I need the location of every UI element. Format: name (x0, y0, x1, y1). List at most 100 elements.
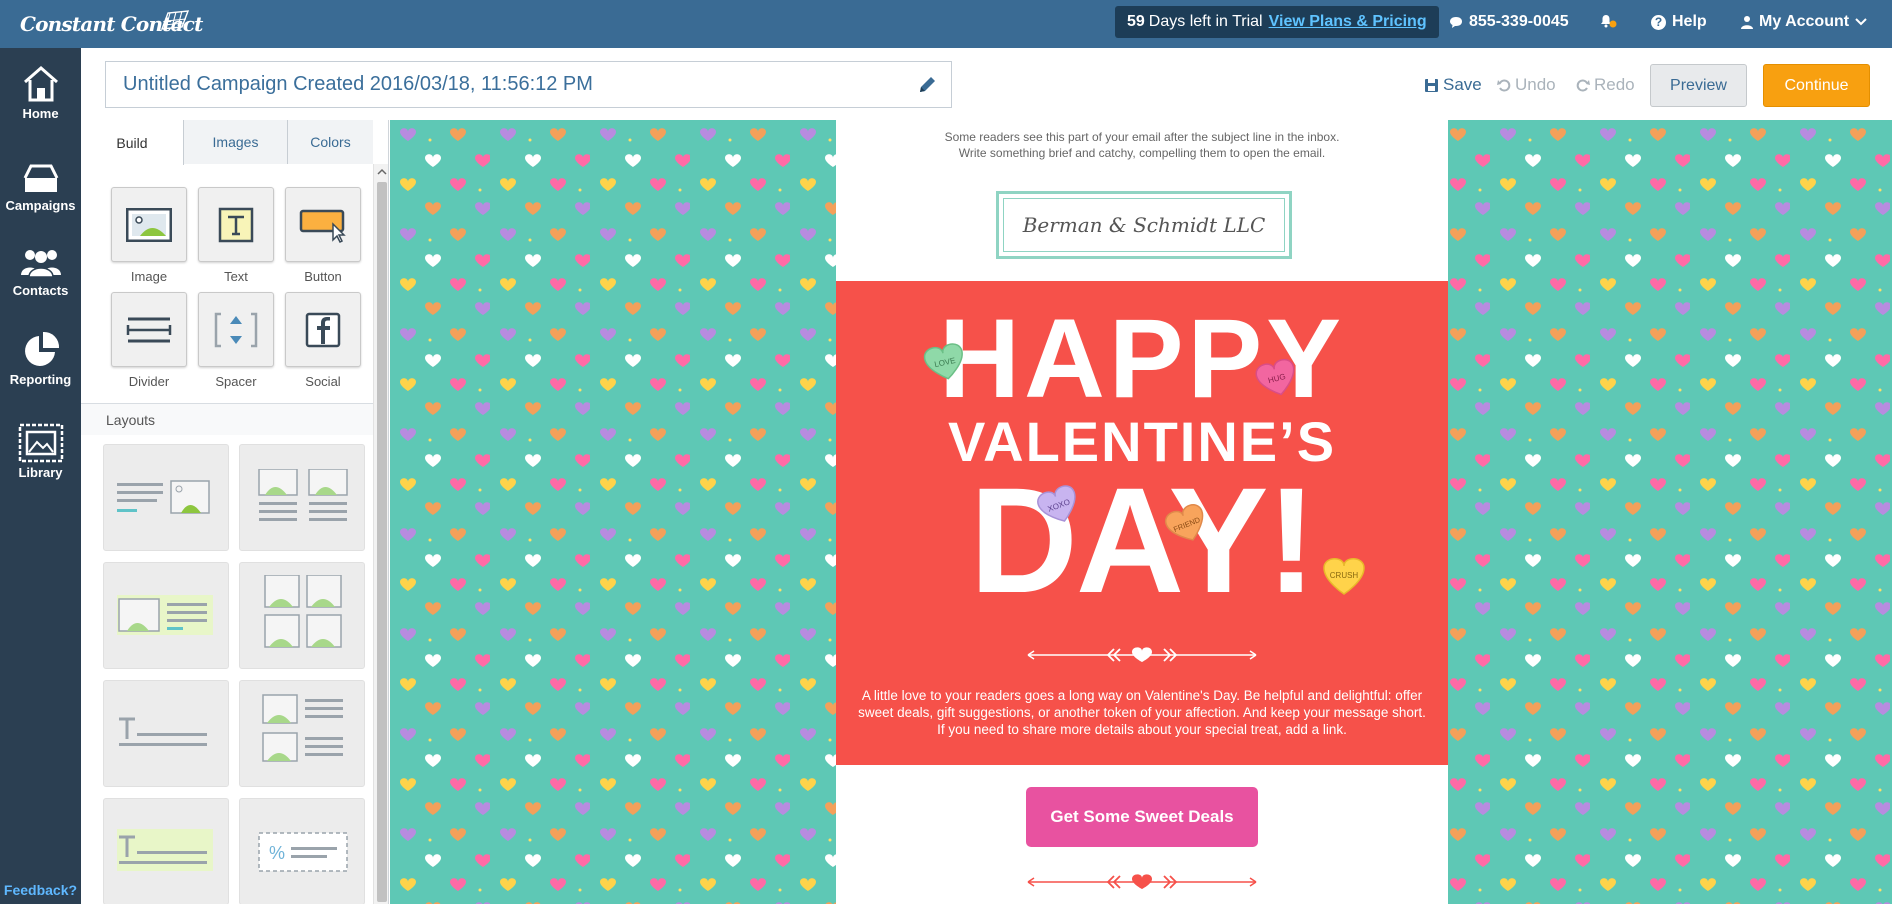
hero-body-text[interactable]: A little love to your readers goes a lon… (858, 687, 1426, 738)
social-block-tile (285, 292, 361, 367)
divider-block-icon (126, 317, 172, 342)
undo-label: Undo (1515, 75, 1556, 94)
layout-coupon-icon: % (258, 832, 348, 872)
campaign-title-field[interactable]: Untitled Campaign Created 2016/03/18, 11… (105, 61, 952, 108)
layout-text-image[interactable] (103, 444, 229, 551)
layout-image-text-highlight[interactable] (103, 562, 229, 669)
help-button[interactable]: ? Help (1651, 13, 1707, 31)
image-block[interactable]: Image (111, 187, 187, 284)
phone-link[interactable]: 855-339-0045 (1449, 13, 1569, 31)
layouts-heading: Layouts (81, 403, 373, 435)
heart-divider-red (1027, 874, 1257, 889)
undo-button[interactable]: Undo (1497, 75, 1556, 95)
my-account-menu[interactable]: My Account (1741, 13, 1867, 31)
candy-heart-hug: HUG (1255, 358, 1295, 396)
candy-heart-xoxo: XOXO (1037, 485, 1076, 522)
divider-block-tile (111, 292, 187, 367)
candy-heart-friend: FRIEND (1164, 504, 1204, 541)
contacts-icon (20, 250, 61, 278)
divider-block[interactable]: Divider (111, 292, 187, 389)
user-icon (1741, 16, 1753, 29)
undo-icon (1497, 79, 1511, 92)
candy-crush-text: CRUSH (1330, 571, 1359, 580)
get-sweet-deals-button[interactable]: Get Some Sweet Deals (1026, 787, 1258, 847)
layout-title-text-icon (119, 717, 207, 746)
help-icon: ? (1651, 14, 1666, 30)
nav-campaigns[interactable]: Campaigns (0, 160, 81, 213)
notifications-button[interactable] (1599, 13, 1619, 29)
text-block-tile (198, 187, 274, 262)
text-block[interactable]: Text (198, 187, 274, 284)
company-logo-text: Berman & Schmidt LLC (1003, 198, 1285, 252)
library-icon (18, 423, 63, 463)
text-block-icon (218, 207, 254, 242)
email-canvas: Some readers see this part of your email… (390, 120, 1892, 904)
help-label: Help (1672, 13, 1707, 30)
spacer-block[interactable]: Spacer (198, 292, 274, 389)
panel-scrollbar[interactable] (373, 164, 388, 904)
preheader-text[interactable]: Some readers see this part of your email… (836, 129, 1448, 161)
image-block-label: Image (130, 269, 168, 284)
layout-two-image-columns-icon (258, 469, 348, 521)
tab-colors[interactable]: Colors (288, 120, 373, 164)
preheader-line-2: Write something brief and catchy, compel… (958, 146, 1326, 160)
chat-bubble-icon (1450, 16, 1462, 28)
preview-button[interactable]: Preview (1650, 64, 1747, 107)
pencil-icon[interactable] (917, 75, 937, 95)
svg-text:%: % (269, 843, 285, 863)
nav-campaigns-label: Campaigns (5, 198, 76, 213)
trial-days: 59 (1127, 13, 1145, 30)
layout-two-image-columns[interactable] (239, 444, 365, 551)
nav-library-label: Library (18, 465, 63, 480)
tab-build[interactable]: Build (81, 120, 184, 165)
panel-tabs: Build Images Colors (81, 120, 373, 165)
layout-title-text[interactable] (103, 680, 229, 787)
nav-contacts-label: Contacts (12, 283, 69, 298)
social-block-label: Social (305, 374, 341, 389)
image-block-icon (126, 207, 172, 242)
button-block-tile (285, 187, 361, 262)
panel-scroll-thumb[interactable] (377, 182, 387, 902)
redo-icon (1576, 79, 1590, 92)
view-plans-link[interactable]: View Plans & Pricing (1269, 13, 1427, 31)
my-account-label: My Account (1759, 13, 1850, 30)
continue-button[interactable]: Continue (1763, 64, 1870, 107)
redo-label: Redo (1594, 75, 1635, 94)
redo-button[interactable]: Redo (1576, 75, 1635, 95)
nav-home[interactable]: Home (0, 64, 81, 121)
layout-image-grid[interactable] (239, 562, 365, 669)
phone-number: 855-339-0045 (1469, 13, 1569, 30)
text-block-label: Text (224, 269, 248, 284)
trial-text: Days left in Trial (1148, 13, 1263, 30)
tab-images[interactable]: Images (184, 120, 288, 164)
image-block-tile (111, 187, 187, 262)
save-icon (1425, 78, 1438, 92)
layout-title-text-highlight[interactable] (103, 798, 229, 904)
hero-image-block[interactable]: HAPPY VALENTINE’S DAY! LOVE HUG XOXO FRI… (836, 281, 1448, 765)
preheader-line-1: Some readers see this part of your email… (944, 130, 1340, 144)
button-block[interactable]: Button (285, 187, 361, 284)
logo-flag-icon (160, 10, 190, 30)
bell-icon (1601, 15, 1617, 28)
social-block-icon (305, 312, 341, 347)
home-icon (23, 66, 58, 102)
reporting-icon (24, 331, 59, 366)
email-body: Some readers see this part of your email… (836, 120, 1448, 904)
social-block[interactable]: Social (285, 292, 361, 389)
company-logo-block[interactable]: Berman & Schmidt LLC (996, 191, 1292, 259)
chevron-down-icon (1855, 18, 1867, 26)
left-nav: Home Campaigns Contacts Reporting Librar… (0, 48, 81, 904)
nav-contacts[interactable]: Contacts (0, 245, 81, 298)
spacer-block-icon (214, 312, 258, 347)
nav-reporting[interactable]: Reporting (0, 330, 81, 387)
save-button[interactable]: Save (1424, 75, 1482, 95)
layout-images-with-text[interactable] (239, 680, 365, 787)
nav-library[interactable]: Library (0, 423, 81, 480)
layout-images-with-text-icon (262, 694, 343, 762)
feedback-link[interactable]: Feedback? (0, 882, 81, 898)
top-bar: Constant Contact 59 Days left in Trial V… (0, 0, 1892, 48)
scroll-up-arrow-icon[interactable] (377, 168, 387, 176)
layout-image-grid-icon (264, 575, 342, 648)
layout-coupon[interactable]: % (239, 798, 365, 904)
heart-divider-white (1027, 647, 1257, 662)
